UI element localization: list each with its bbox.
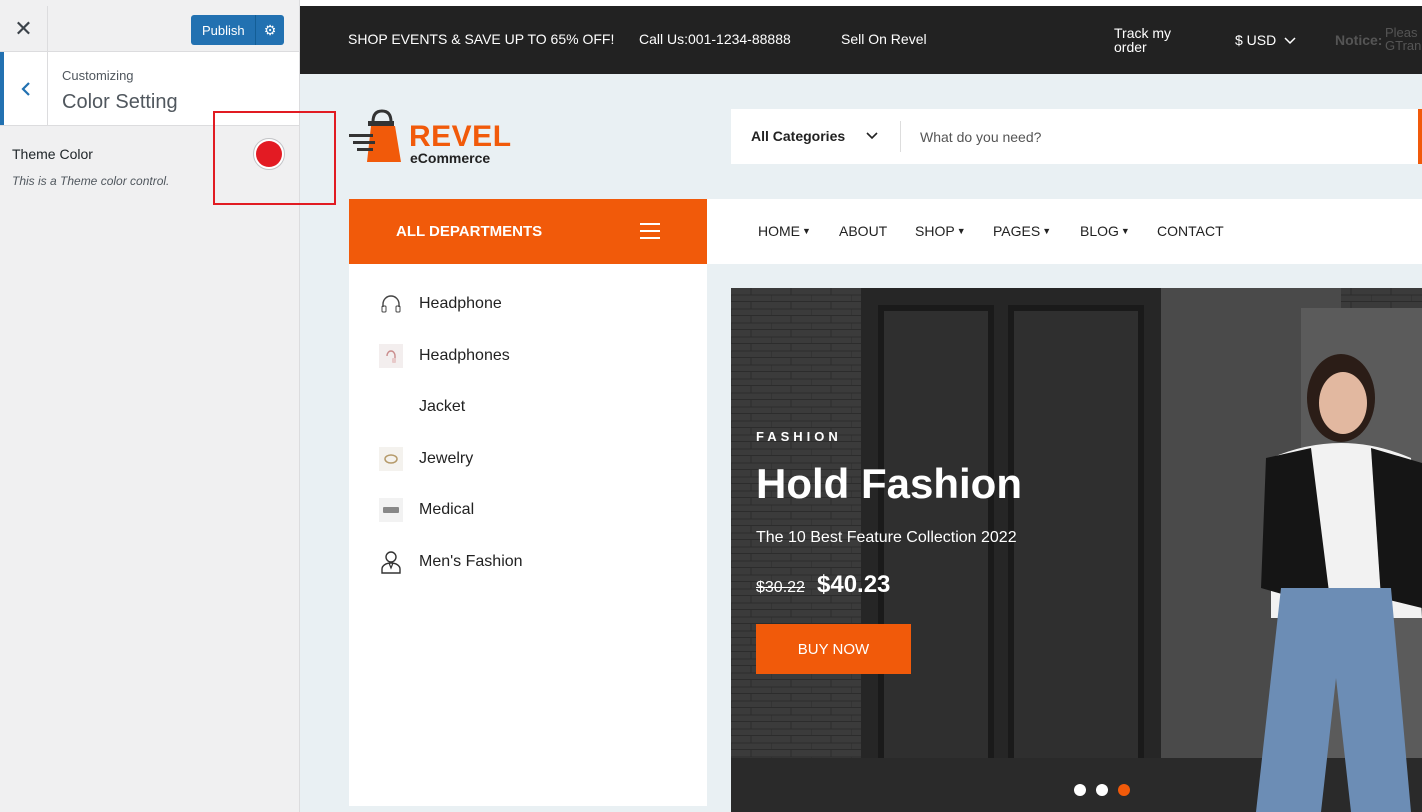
caret-down-icon: ▼ bbox=[956, 226, 966, 236]
department-item-jacket[interactable]: Jacket bbox=[379, 392, 465, 422]
main-nav: HOME ▼ ABOUT SHOP ▼ PAGES ▼ BLOG ▼ CONTACT bbox=[707, 199, 1422, 264]
medical-thumb-icon bbox=[379, 498, 403, 522]
notice-text: Pleas GTran bbox=[1385, 26, 1421, 52]
promo-text: SHOP EVENTS & SAVE UP TO 65% OFF! bbox=[348, 31, 615, 47]
hero-subtitle: The 10 Best Feature Collection 2022 bbox=[756, 529, 1017, 546]
department-label: Medical bbox=[419, 501, 475, 518]
department-item-medical[interactable]: Medical bbox=[379, 495, 474, 525]
sell-link[interactable]: Sell On Revel bbox=[841, 31, 927, 47]
track-line-1: Track my bbox=[1114, 25, 1172, 41]
notice-line-2: GTran bbox=[1385, 38, 1422, 53]
hamburger-icon[interactable] bbox=[640, 223, 660, 244]
track-order-link[interactable]: Track my order bbox=[1114, 26, 1171, 54]
site-logo[interactable]: REVEL eCommerce bbox=[349, 108, 512, 168]
chevron-down-icon[interactable] bbox=[865, 126, 879, 146]
nav-label: HOME bbox=[758, 223, 800, 239]
man-icon bbox=[379, 550, 403, 574]
customizer-header: ✕ Publish ⚙ bbox=[0, 0, 299, 52]
nav-about[interactable]: ABOUT bbox=[839, 223, 887, 239]
jacket-icon-placeholder bbox=[379, 395, 403, 419]
department-label: Jacket bbox=[419, 398, 466, 415]
department-item-mens-fashion[interactable]: Men's Fashion bbox=[379, 547, 523, 577]
hero-eyebrow: FASHION bbox=[756, 429, 842, 444]
hero-price: $40.23 bbox=[817, 571, 891, 598]
department-label: Jewelry bbox=[419, 450, 474, 467]
nav-label: ABOUT bbox=[839, 223, 888, 239]
chevron-down-icon bbox=[1284, 37, 1296, 45]
publish-button[interactable]: Publish ⚙ bbox=[191, 15, 284, 45]
all-departments-bar[interactable]: ALL DEPARTMENTS bbox=[349, 199, 707, 264]
department-label: Headphone bbox=[419, 295, 502, 312]
hero-title: Hold Fashion bbox=[756, 460, 1022, 507]
department-item-jewelry[interactable]: Jewelry bbox=[379, 444, 473, 474]
nav-pages[interactable]: PAGES ▼ bbox=[993, 223, 1051, 239]
notice-label: Notice: bbox=[1335, 32, 1383, 48]
search-bar: All Categories bbox=[731, 109, 1422, 164]
nav-label: BLOG bbox=[1080, 223, 1119, 239]
departments-label: ALL DEPARTMENTS bbox=[396, 223, 543, 240]
department-label: Headphones bbox=[419, 347, 510, 364]
nav-home[interactable]: HOME ▼ bbox=[758, 223, 811, 239]
nav-label: SHOP bbox=[915, 223, 955, 239]
department-item-headphone[interactable]: Headphone bbox=[379, 289, 502, 319]
shopping-bag-icon bbox=[349, 109, 401, 162]
nav-blog[interactable]: BLOG ▼ bbox=[1080, 223, 1130, 239]
hero-slider: FASHION Hold Fashion The 10 Best Feature… bbox=[731, 288, 1422, 812]
slider-dot[interactable] bbox=[1074, 784, 1086, 796]
slider-dot-active[interactable] bbox=[1118, 784, 1130, 796]
headphones-thumb-icon bbox=[379, 344, 403, 368]
logo-subtitle: eCommerce bbox=[410, 150, 491, 166]
jewelry-thumb-icon bbox=[379, 447, 403, 471]
search-button[interactable] bbox=[1418, 109, 1422, 164]
slider-dot[interactable] bbox=[1096, 784, 1108, 796]
nav-shop[interactable]: SHOP ▼ bbox=[915, 223, 966, 239]
department-list: Headphone Headphones Jacket Jewelry Medi… bbox=[349, 264, 707, 806]
site-preview: SHOP EVENTS & SAVE UP TO 65% OFF! Call U… bbox=[300, 0, 1422, 812]
search-divider bbox=[900, 121, 901, 152]
annotation-highlight-box bbox=[213, 111, 336, 205]
department-label: Men's Fashion bbox=[419, 553, 523, 570]
hero-background-image bbox=[731, 288, 1422, 812]
search-input[interactable] bbox=[920, 123, 1390, 151]
track-line-2: order bbox=[1114, 39, 1147, 55]
currency-value: $ USD bbox=[1235, 32, 1277, 48]
headphone-icon bbox=[379, 292, 403, 316]
nav-label: CONTACT bbox=[1157, 223, 1224, 239]
currency-select[interactable]: $ USD bbox=[1235, 32, 1296, 48]
top-bar: SHOP EVENTS & SAVE UP TO 65% OFF! Call U… bbox=[300, 6, 1422, 74]
caret-down-icon: ▼ bbox=[802, 226, 811, 236]
nav-contact[interactable]: CONTACT bbox=[1157, 223, 1224, 239]
buy-now-button[interactable]: BUY NOW bbox=[756, 624, 911, 674]
department-item-headphones[interactable]: Headphones bbox=[379, 341, 510, 371]
chevron-left-icon[interactable] bbox=[0, 52, 48, 125]
logo-name: REVEL bbox=[409, 120, 512, 153]
close-icon[interactable]: ✕ bbox=[0, 6, 48, 52]
nav-label: PAGES bbox=[993, 223, 1041, 239]
slider-dots bbox=[1074, 784, 1140, 796]
category-select[interactable]: All Categories bbox=[751, 128, 845, 144]
caret-down-icon: ▼ bbox=[1042, 226, 1052, 236]
call-us-text: Call Us:001-1234-88888 bbox=[639, 31, 791, 47]
publish-label[interactable]: Publish bbox=[191, 23, 255, 38]
caret-down-icon: ▼ bbox=[1120, 226, 1130, 236]
customizing-label: Customizing bbox=[62, 68, 134, 83]
gear-icon[interactable]: ⚙ bbox=[256, 22, 284, 39]
hero-old-price: $30.22 bbox=[756, 579, 805, 596]
section-title: Color Setting bbox=[62, 91, 178, 113]
